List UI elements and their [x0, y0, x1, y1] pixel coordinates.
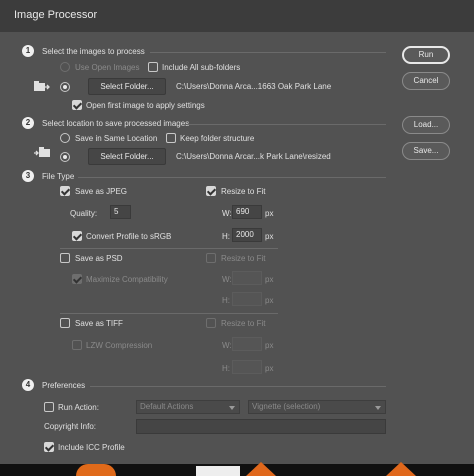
save-psd-label: Save as PSD [75, 254, 123, 263]
jpeg-width-input[interactable]: 690 [232, 205, 262, 219]
cancel-button[interactable]: Cancel [402, 72, 450, 90]
run-action-label: Run Action: [58, 403, 99, 412]
tiff-width-input[interactable] [232, 337, 262, 351]
jpeg-height-input[interactable]: 2000 [232, 228, 262, 242]
convert-srgb-checkbox[interactable] [72, 231, 82, 241]
resize-jpeg-label: Resize to Fit [221, 187, 266, 196]
save-button[interactable]: Save... [402, 142, 450, 160]
use-open-images-label: Use Open Images [75, 63, 140, 72]
keep-folder-structure-label: Keep folder structure [180, 134, 255, 143]
load-button[interactable]: Load... [402, 116, 450, 134]
section4-separator [90, 386, 386, 387]
source-folder-path: C:\Users\Donna Arca...1663 Oak Park Lane [176, 82, 332, 91]
resize-tiff-label: Resize to Fit [221, 319, 266, 328]
resize-tiff-checkbox[interactable] [206, 318, 216, 328]
psd-width-label: W: [222, 275, 232, 284]
section2-heading: Select location to save processed images [42, 119, 190, 128]
run-action-checkbox[interactable] [44, 402, 54, 412]
step-3-badge: 3 [22, 170, 34, 182]
tiff-height-input[interactable] [232, 360, 262, 374]
save-tiff-checkbox[interactable] [60, 318, 70, 328]
copyright-input[interactable] [136, 419, 386, 434]
psd-tiff-separator [60, 313, 278, 314]
section3-separator [78, 177, 386, 178]
section1-separator [150, 52, 386, 53]
psd-height-label: H: [222, 296, 230, 305]
action-chevron-down-icon [375, 406, 381, 410]
step-4-badge: 4 [22, 379, 34, 391]
quality-label: Quality: [70, 209, 98, 218]
select-source-folder-button[interactable]: Select Folder... [88, 78, 166, 95]
background-white-shape [196, 466, 240, 476]
select-folder-source-radio[interactable] [60, 82, 70, 92]
convert-srgb-label: Convert Profile to sRGB [86, 232, 172, 241]
tiff-width-label: W: [222, 341, 232, 350]
resize-psd-label: Resize to Fit [221, 254, 266, 263]
save-same-location-radio[interactable] [60, 133, 70, 143]
include-icc-label: Include ICC Profile [58, 443, 125, 452]
tiff-width-unit: px [265, 341, 274, 350]
psd-width-unit: px [265, 275, 274, 284]
jpeg-width-unit: px [265, 209, 274, 218]
resize-psd-checkbox[interactable] [206, 253, 216, 263]
resize-jpeg-checkbox[interactable] [206, 186, 216, 196]
action-set-value: Default Actions [140, 402, 194, 411]
jpeg-height-label: H: [222, 232, 230, 241]
save-jpeg-checkbox[interactable] [60, 186, 70, 196]
copyright-label: Copyright Info: [44, 422, 97, 431]
action-value: Vignette (selection) [252, 402, 321, 411]
maximize-compat-checkbox[interactable] [72, 274, 82, 284]
run-button[interactable]: Run [402, 46, 450, 64]
step-2-badge: 2 [22, 117, 34, 129]
dest-folder-path: C:\Users\Donna Arcar...k Park Lane\resiz… [176, 152, 331, 161]
include-subfolders-label: Include All sub-folders [162, 63, 241, 72]
lzw-label: LZW Compression [86, 341, 153, 350]
save-psd-checkbox[interactable] [60, 253, 70, 263]
section4-heading: Preferences [42, 381, 86, 390]
background-orange-shape [76, 464, 116, 476]
section3-heading: File Type [42, 172, 75, 181]
save-tiff-label: Save as TIFF [75, 319, 123, 328]
action-set-chevron-down-icon [229, 406, 235, 410]
jpeg-psd-separator [60, 248, 278, 249]
action-select[interactable]: Vignette (selection) [248, 400, 386, 414]
jpeg-height-unit: px [265, 232, 274, 241]
psd-height-unit: px [265, 296, 274, 305]
tiff-height-unit: px [265, 364, 274, 373]
psd-width-input[interactable] [232, 271, 262, 285]
quality-input[interactable]: 5 [110, 205, 131, 219]
select-folder-dest-radio[interactable] [60, 152, 70, 162]
save-jpeg-label: Save as JPEG [75, 187, 128, 196]
include-icc-checkbox[interactable] [44, 442, 54, 452]
tiff-height-label: H: [222, 364, 230, 373]
folder-destination-icon [34, 146, 50, 158]
maximize-compat-label: Maximize Compatibility [86, 275, 168, 284]
section1-heading: Select the images to process [42, 47, 145, 56]
action-set-select[interactable]: Default Actions [136, 400, 240, 414]
section2-separator [188, 124, 386, 125]
folder-source-icon [34, 80, 50, 92]
title-bar: Image Processor [0, 0, 474, 32]
open-first-image-label: Open first image to apply settings [86, 101, 205, 110]
open-first-image-checkbox[interactable] [72, 100, 82, 110]
include-subfolders-checkbox[interactable] [148, 62, 158, 72]
save-same-location-label: Save in Same Location [75, 134, 158, 143]
dialog-title: Image Processor [14, 9, 98, 21]
step-1-badge: 1 [22, 45, 34, 57]
use-open-images-radio[interactable] [60, 62, 70, 72]
lzw-checkbox[interactable] [72, 340, 82, 350]
jpeg-width-label: W: [222, 209, 232, 218]
keep-folder-structure-checkbox[interactable] [166, 133, 176, 143]
select-dest-folder-button[interactable]: Select Folder... [88, 148, 166, 165]
psd-height-input[interactable] [232, 292, 262, 306]
